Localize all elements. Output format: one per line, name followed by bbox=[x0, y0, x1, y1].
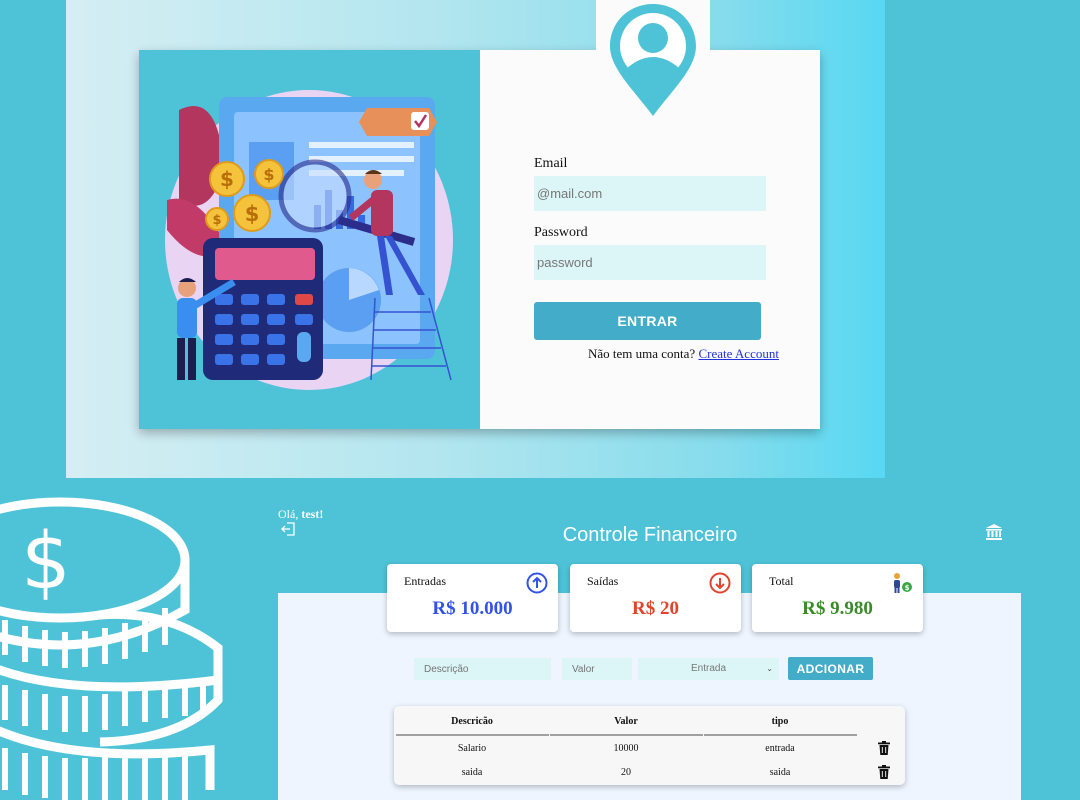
saidas-value: R$ 20 bbox=[632, 598, 679, 619]
entradas-card: Entradas R$ 10.000 bbox=[387, 564, 558, 632]
svg-text:$: $ bbox=[263, 165, 274, 184]
greeting-prefix: Olá, bbox=[278, 507, 299, 521]
trash-icon[interactable] bbox=[878, 741, 890, 755]
arrow-down-circle-icon bbox=[709, 572, 731, 594]
type-select-value: Entrada bbox=[690, 663, 727, 674]
saidas-label: Saídas bbox=[587, 574, 619, 588]
cell-descricao: saida bbox=[461, 767, 483, 778]
trash-icon[interactable] bbox=[878, 765, 890, 779]
column-header-descricao: Descricão bbox=[451, 716, 493, 727]
header-divider bbox=[550, 734, 703, 736]
svg-text:$: $ bbox=[245, 202, 260, 226]
saidas-card: Saídas R$ 20 bbox=[570, 564, 741, 632]
entradas-label: Entradas bbox=[404, 574, 446, 588]
column-header-tipo: tipo bbox=[771, 716, 789, 727]
signup-row: Não tem uma conta? Create Account bbox=[588, 346, 779, 362]
signup-prompt: Não tem uma conta? bbox=[588, 346, 696, 361]
greeting-username: test! bbox=[301, 507, 324, 521]
login-card: $ $ $ $ bbox=[139, 50, 820, 429]
cell-tipo: saida bbox=[769, 767, 791, 778]
cell-valor: 10000 bbox=[613, 743, 639, 754]
header-divider bbox=[396, 734, 549, 736]
total-label: Total bbox=[769, 574, 794, 588]
bank-icon[interactable] bbox=[985, 523, 1003, 541]
finance-illustration-art: $ $ $$ bbox=[165, 90, 453, 390]
cell-descricao: Salario bbox=[457, 743, 487, 754]
value-input[interactable] bbox=[562, 658, 632, 680]
column-header-valor: Valor bbox=[614, 716, 638, 727]
svg-text:$: $ bbox=[905, 584, 910, 592]
description-input[interactable] bbox=[414, 658, 551, 680]
chevron-down-icon: ⌄ bbox=[766, 664, 773, 673]
password-label: Password bbox=[534, 225, 588, 240]
entradas-value: R$ 10.000 bbox=[432, 598, 513, 619]
total-card: Total $ R$ 9.980 bbox=[752, 564, 923, 632]
password-field[interactable] bbox=[534, 245, 766, 280]
svg-text:$: $ bbox=[220, 167, 234, 191]
page-title: Controle Financeiro bbox=[562, 524, 738, 546]
cell-valor: 20 bbox=[621, 767, 631, 778]
login-button[interactable]: ENTRAR bbox=[534, 302, 761, 340]
arrow-up-circle-icon bbox=[526, 572, 548, 594]
greeting: Olá, test! bbox=[278, 507, 323, 522]
add-button[interactable]: ADCIONAR bbox=[788, 657, 873, 680]
svg-text:$: $ bbox=[212, 213, 221, 228]
email-field[interactable] bbox=[534, 176, 766, 211]
email-label: Email bbox=[534, 156, 568, 171]
person-money-icon: $ bbox=[894, 573, 912, 593]
user-location-pin-icon bbox=[610, 4, 696, 116]
header-divider bbox=[704, 734, 857, 736]
type-select[interactable]: Entrada ⌄ bbox=[638, 658, 779, 680]
finance-illustration: $ $ $ $ bbox=[139, 50, 480, 429]
total-value: R$ 9.980 bbox=[802, 598, 873, 619]
user-pin-icon bbox=[596, 0, 710, 118]
create-account-link[interactable]: Create Account bbox=[698, 346, 779, 361]
cell-tipo: entrada bbox=[765, 743, 795, 754]
